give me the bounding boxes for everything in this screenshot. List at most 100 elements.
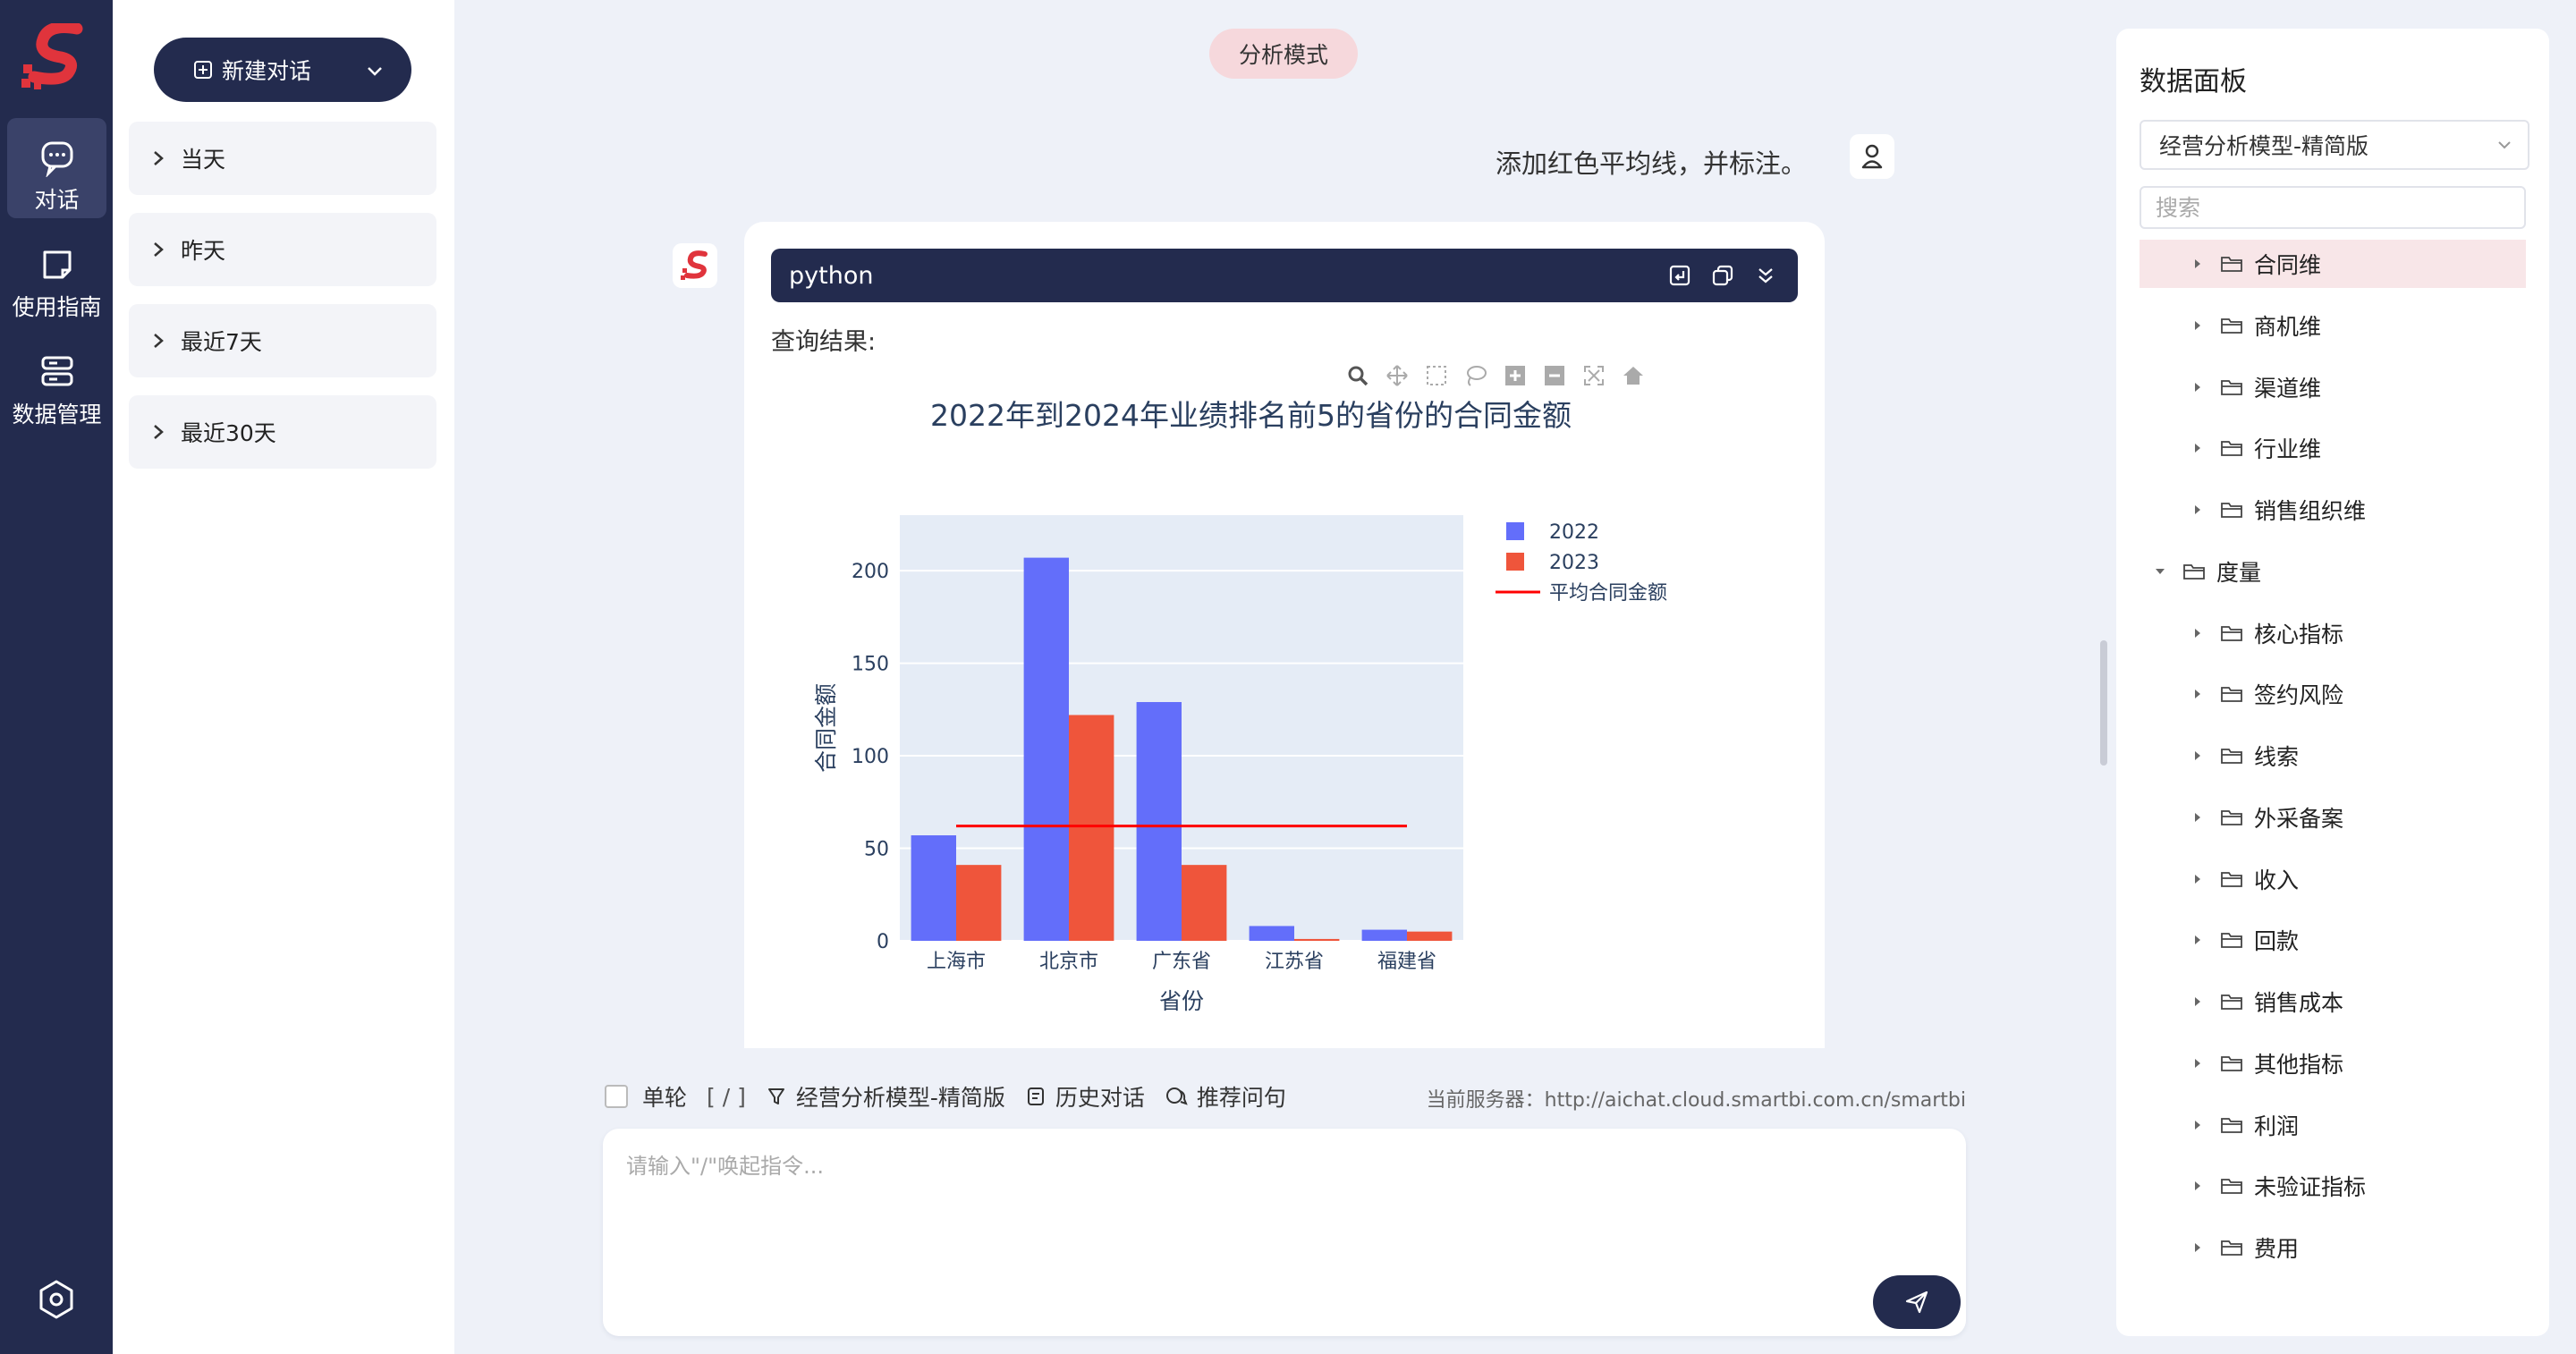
single-round-checkbox[interactable] bbox=[605, 1085, 628, 1108]
smartbi-logo[interactable] bbox=[21, 23, 91, 93]
tree-item[interactable]: 外采备案 bbox=[2140, 793, 2526, 842]
tree-item[interactable]: 销售组织维 bbox=[2140, 486, 2526, 534]
folder-icon bbox=[2221, 933, 2242, 949]
code-language: python bbox=[789, 261, 874, 290]
history-group-last-7-days[interactable]: 最近7天 bbox=[129, 304, 436, 377]
model-select[interactable]: 经营分析模型-精简版 bbox=[2140, 120, 2529, 170]
chevron-right-icon bbox=[154, 151, 164, 165]
tree-item[interactable]: 费用 bbox=[2140, 1223, 2526, 1272]
tree-item[interactable]: 核心指标 bbox=[2140, 609, 2526, 657]
guide-icon bbox=[43, 250, 71, 279]
insert-icon[interactable] bbox=[1667, 263, 1692, 288]
folder-icon bbox=[2221, 871, 2242, 887]
history-group-today[interactable]: 当天 bbox=[129, 122, 436, 195]
settings-icon[interactable] bbox=[36, 1279, 77, 1320]
chevron-right-icon bbox=[154, 242, 164, 257]
tree-item-label: 利润 bbox=[2254, 1113, 2300, 1139]
caret-right-icon[interactable] bbox=[2191, 1180, 2204, 1192]
history-group-label: 最近7天 bbox=[181, 329, 262, 355]
caret-right-icon[interactable] bbox=[2191, 995, 2204, 1008]
caret-right-icon[interactable] bbox=[2191, 873, 2204, 885]
chart-title: 2022年到2024年业绩排名前5的省份的合同金额 bbox=[930, 398, 1572, 433]
bot-response-card: python 查询结果: 0 50 100 150 200 上海市 北京市 广东省 江苏省 福建省… bbox=[744, 222, 1825, 1048]
caret-down-icon[interactable] bbox=[2154, 565, 2166, 578]
folder-icon bbox=[2221, 257, 2242, 272]
tree-item[interactable]: 销售成本 bbox=[2140, 977, 2526, 1026]
tree-item-label: 行业维 bbox=[2254, 436, 2322, 463]
nav-item-label: 数据管理 bbox=[12, 402, 102, 427]
model-selector[interactable]: 经营分析模型-精简版 bbox=[766, 1080, 1005, 1113]
folder-icon bbox=[2221, 1179, 2242, 1195]
folder-icon bbox=[2221, 503, 2242, 518]
caret-right-icon[interactable] bbox=[2191, 749, 2204, 762]
model-label: 经营分析模型-精简版 bbox=[795, 1085, 1005, 1111]
tree-item[interactable]: 度量 bbox=[2140, 547, 2526, 596]
history-group-last-30-days[interactable]: 最近30天 bbox=[129, 395, 436, 469]
main-scrollbar[interactable] bbox=[2100, 640, 2107, 766]
nav-item-data-management[interactable]: 数据管理 bbox=[7, 333, 106, 433]
legend-swatch bbox=[1506, 522, 1524, 540]
tree-item[interactable]: 利润 bbox=[2140, 1101, 2526, 1149]
x-tick-label: 上海市 bbox=[927, 951, 986, 973]
analysis-mode-pill[interactable]: 分析模式 bbox=[1209, 29, 1358, 79]
folder-icon bbox=[2221, 317, 2242, 334]
new-chat-button[interactable]: 新建对话 bbox=[154, 38, 411, 102]
tree-item-label: 外采备案 bbox=[2254, 805, 2344, 832]
tree-item[interactable]: 合同维 bbox=[2140, 240, 2526, 288]
tree-item[interactable]: 渠道维 bbox=[2140, 363, 2526, 411]
tree-item[interactable]: 商机维 bbox=[2140, 301, 2526, 350]
caret-right-icon[interactable] bbox=[2191, 627, 2204, 639]
caret-right-icon[interactable] bbox=[2191, 381, 2204, 394]
collapse-icon[interactable] bbox=[1753, 263, 1778, 288]
history-button[interactable]: 历史对话 bbox=[1025, 1080, 1145, 1113]
recommend-button[interactable]: 推荐问句 bbox=[1165, 1080, 1286, 1113]
nav-item-label: 对话 bbox=[34, 187, 80, 213]
chevron-right-icon bbox=[154, 334, 164, 348]
folder-icon bbox=[2221, 687, 2242, 703]
user-icon bbox=[1861, 144, 1883, 169]
folder-icon bbox=[2221, 1055, 2242, 1071]
caret-right-icon[interactable] bbox=[2191, 811, 2204, 824]
caret-right-icon[interactable] bbox=[2191, 319, 2204, 332]
new-chat-label: 新建对话 bbox=[222, 58, 312, 84]
tree-item-label: 核心指标 bbox=[2254, 621, 2344, 647]
nav-item-guide[interactable]: 使用指南 bbox=[7, 225, 106, 326]
history-group-yesterday[interactable]: 昨天 bbox=[129, 213, 436, 286]
copy-icon[interactable] bbox=[1710, 263, 1735, 288]
tree-item-label: 线索 bbox=[2254, 744, 2300, 770]
folder-icon bbox=[2221, 441, 2242, 457]
caret-right-icon[interactable] bbox=[2191, 688, 2204, 700]
tree-item-label: 未验证指标 bbox=[2254, 1174, 2367, 1201]
nav-item-chat[interactable]: 对话 bbox=[7, 118, 106, 218]
caret-right-icon[interactable] bbox=[2191, 258, 2204, 270]
tree-item[interactable]: 签约风险 bbox=[2140, 670, 2526, 718]
folder-icon bbox=[2221, 749, 2242, 764]
nav-item-label: 使用指南 bbox=[12, 294, 102, 320]
bot-avatar bbox=[673, 243, 717, 288]
caret-right-icon[interactable] bbox=[2191, 504, 2204, 516]
tree-item[interactable]: 未验证指标 bbox=[2140, 1162, 2526, 1210]
tree-item-label: 回款 bbox=[2254, 928, 2300, 955]
tree-item[interactable]: 收入 bbox=[2140, 855, 2526, 903]
left-nav: 对话 使用指南 数据管理 bbox=[0, 0, 113, 1354]
user-message: 添加红色平均线，并标注。 bbox=[1495, 148, 1807, 179]
caret-right-icon[interactable] bbox=[2191, 442, 2204, 454]
send-button[interactable] bbox=[1873, 1275, 1961, 1329]
bar-2023-广东省 bbox=[1182, 865, 1227, 941]
panel-search-input[interactable] bbox=[2140, 186, 2526, 229]
tree-item[interactable]: 线索 bbox=[2140, 732, 2526, 780]
y-tick-label: 50 bbox=[864, 839, 889, 861]
caret-right-icon[interactable] bbox=[2191, 1119, 2204, 1131]
caret-right-icon[interactable] bbox=[2191, 1057, 2204, 1070]
history-group-label: 昨天 bbox=[181, 238, 226, 264]
caret-right-icon[interactable] bbox=[2191, 1241, 2204, 1254]
tree-item[interactable]: 其他指标 bbox=[2140, 1039, 2526, 1087]
send-icon bbox=[1905, 1291, 1928, 1314]
tree-item[interactable]: 行业维 bbox=[2140, 424, 2526, 472]
tree-item-label: 销售成本 bbox=[2254, 990, 2344, 1016]
tree-item[interactable]: 回款 bbox=[2140, 916, 2526, 964]
chat-input[interactable] bbox=[624, 1147, 1880, 1311]
tree-item-label: 签约风险 bbox=[2254, 682, 2344, 709]
caret-right-icon[interactable] bbox=[2191, 934, 2204, 946]
chevron-down-icon[interactable] bbox=[365, 61, 385, 80]
